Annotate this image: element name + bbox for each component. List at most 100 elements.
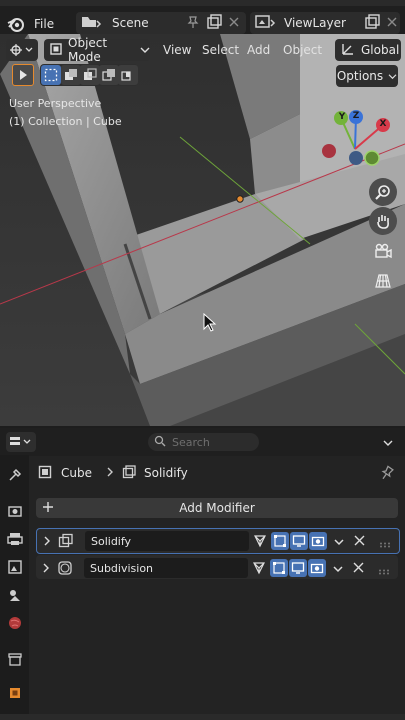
chevron-down-icon xyxy=(140,43,150,57)
viewport-display-icon[interactable] xyxy=(289,559,307,577)
options-button[interactable]: Options xyxy=(336,65,398,87)
delete-modifier-icon[interactable] xyxy=(353,562,364,576)
scene-name: Scene xyxy=(112,16,149,30)
tab-tool[interactable] xyxy=(0,461,29,489)
view-name-overlay: User Perspective xyxy=(9,97,102,110)
modifier-dropdown-chevron[interactable] xyxy=(333,536,345,550)
object-props-icon xyxy=(9,688,20,698)
viewport-display-icon[interactable] xyxy=(290,532,308,550)
properties-search[interactable]: Search xyxy=(148,433,259,451)
render-camera-icon[interactable] xyxy=(309,532,327,550)
properties-editor-type-button[interactable] xyxy=(6,432,36,452)
tab-output[interactable] xyxy=(0,525,29,553)
gizmo-z-label: Z xyxy=(352,111,360,121)
render-camera-icon[interactable] xyxy=(308,559,326,577)
tab-world[interactable] xyxy=(0,609,29,637)
world-icon xyxy=(8,617,21,629)
3d-view-icon xyxy=(10,44,33,56)
select-invert-button[interactable] xyxy=(99,65,119,85)
new-viewlayer-icon[interactable] xyxy=(364,13,380,33)
transform-orientation[interactable]: Global xyxy=(335,39,401,61)
chevron-down-icon xyxy=(388,69,397,83)
pin-icon[interactable] xyxy=(186,15,200,32)
camera-icon xyxy=(375,243,392,259)
viewlayer-icon xyxy=(254,14,276,33)
collection-icon xyxy=(7,653,22,666)
zoom-button[interactable] xyxy=(369,178,397,206)
tab-scene[interactable] xyxy=(0,581,29,609)
drag-handle-icon[interactable] xyxy=(378,564,392,578)
select-extend-button[interactable] xyxy=(61,65,81,85)
new-scene-icon[interactable] xyxy=(206,13,222,33)
grid-icon xyxy=(375,274,391,288)
modifier-name-field[interactable]: Solidify xyxy=(85,531,249,551)
edit-mode-icon[interactable] xyxy=(271,532,289,550)
expand-chevron-icon[interactable] xyxy=(43,535,51,549)
tab-render[interactable] xyxy=(0,497,29,525)
printer-icon xyxy=(6,533,23,545)
close-viewlayer-icon[interactable] xyxy=(386,16,398,31)
tab-view-layer[interactable] xyxy=(0,553,29,581)
menu-view[interactable]: View xyxy=(163,43,191,57)
camera-view-button[interactable] xyxy=(369,237,397,265)
select-new-button[interactable] xyxy=(41,65,61,85)
viewlayer-name: ViewLayer xyxy=(284,16,346,30)
search-placeholder: Search xyxy=(172,435,210,449)
drag-handle-icon[interactable] xyxy=(379,537,393,551)
properties-options-chevron[interactable] xyxy=(382,437,394,451)
modifier-panel-solidify[interactable]: Solidify xyxy=(36,528,400,554)
delete-modifier-icon[interactable] xyxy=(354,535,365,549)
select-intersect-icon xyxy=(121,71,131,81)
viewlayer-selector[interactable]: ViewLayer xyxy=(250,12,400,34)
select-extend-icon xyxy=(65,69,77,80)
blender-logo-icon[interactable] xyxy=(6,14,26,34)
file-menu[interactable]: File xyxy=(34,17,54,31)
expand-chevron-icon[interactable] xyxy=(42,562,50,576)
mouse-cursor-icon xyxy=(203,313,217,332)
collection-info-overlay: (1) Collection | Cube xyxy=(9,115,122,128)
mode-selector[interactable]: Object Mode xyxy=(44,36,150,64)
window-title-strip xyxy=(0,0,405,6)
select-subtract-button[interactable] xyxy=(80,65,100,85)
gizmo-x-label: X xyxy=(379,119,387,129)
perspective-toggle-button[interactable] xyxy=(369,267,397,295)
add-modifier-label: Add Modifier xyxy=(179,501,255,515)
edit-mode-icon[interactable] xyxy=(270,559,288,577)
breadcrumb-modifier[interactable]: Solidify xyxy=(144,466,188,480)
select-intersect-button[interactable] xyxy=(118,65,138,85)
3d-viewport[interactable]: Object Mode View Select Add Object Globa… xyxy=(0,34,405,426)
zoom-icon xyxy=(375,185,390,200)
mode-label: Object Mode xyxy=(68,36,108,64)
scene-selector[interactable]: Scene xyxy=(76,12,246,34)
breadcrumb-object[interactable]: Cube xyxy=(61,466,92,480)
breadcrumb: Cube Solidify xyxy=(38,464,188,482)
menu-add[interactable]: Add xyxy=(247,43,270,57)
editor-type-button[interactable] xyxy=(6,39,38,61)
pin-icon[interactable] xyxy=(380,465,394,484)
modifier-panel-subdivision[interactable]: Subdivision xyxy=(36,555,398,579)
object-mode-icon xyxy=(50,42,62,58)
modifier-dropdown-chevron[interactable] xyxy=(332,563,344,577)
add-modifier-button[interactable]: Add Modifier xyxy=(36,498,398,518)
on-cage-icon[interactable] xyxy=(251,532,269,550)
render-icon xyxy=(7,506,22,517)
on-cage-icon[interactable] xyxy=(250,559,268,577)
properties-editor: Search Cube Solidify Add Modifier Solidi… xyxy=(0,428,405,720)
image-icon xyxy=(7,560,22,574)
pan-button[interactable] xyxy=(369,207,397,235)
modifier-name-field[interactable]: Subdivision xyxy=(84,558,248,578)
close-scene-icon[interactable] xyxy=(228,16,240,31)
chevron-right-icon xyxy=(106,466,114,480)
chevron-down-icon xyxy=(383,440,393,446)
tab-object[interactable] xyxy=(0,679,29,707)
properties-tabs xyxy=(0,455,29,720)
menu-object[interactable]: Object xyxy=(283,43,322,57)
tab-collection[interactable] xyxy=(0,645,29,673)
select-tool-button[interactable] xyxy=(12,64,34,86)
subdivision-modifier-icon xyxy=(57,560,73,579)
search-icon xyxy=(154,435,166,450)
menu-select[interactable]: Select xyxy=(202,43,239,57)
box-select-icon xyxy=(44,68,58,82)
scene-props-icon xyxy=(9,590,20,601)
tool-icon xyxy=(8,468,21,481)
